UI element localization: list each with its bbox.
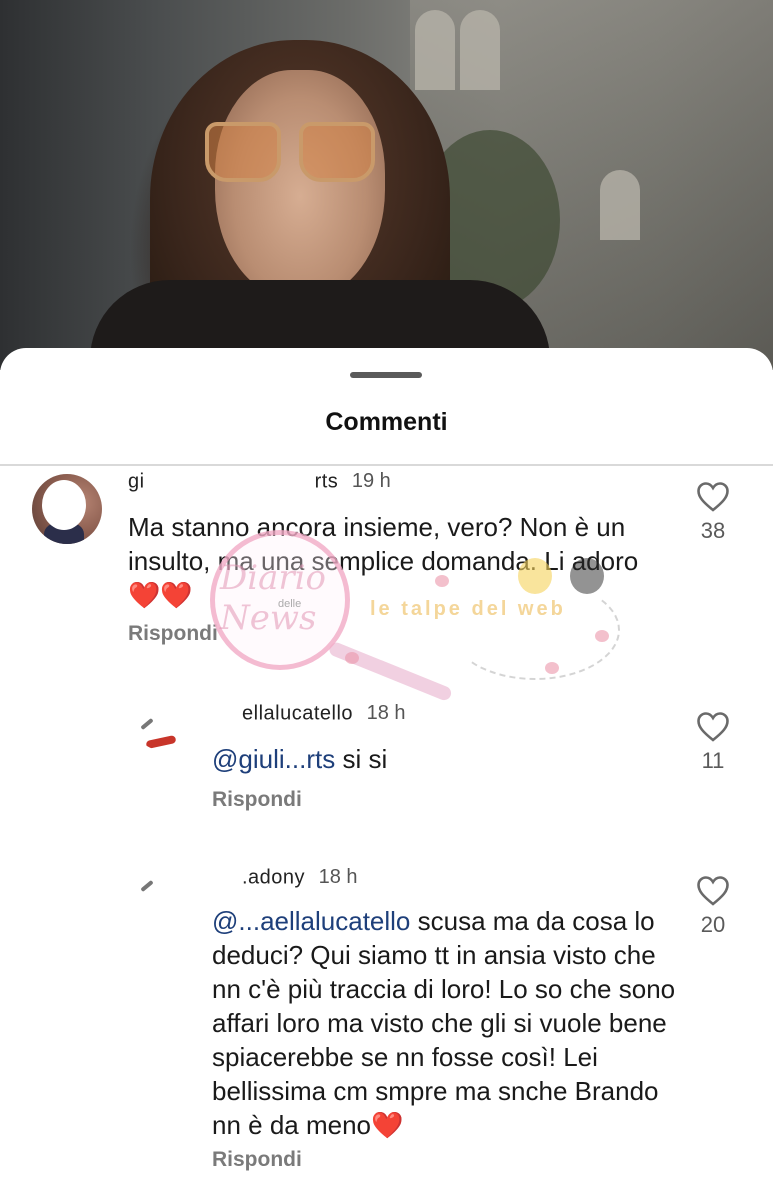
building-window — [460, 10, 500, 90]
comment-username[interactable]: gi — [128, 470, 145, 492]
comment-text: @...aellalucatello scusa ma da cosa lo d… — [212, 904, 682, 1142]
reply-button[interactable]: Rispondi — [128, 622, 218, 646]
reply-button[interactable]: Rispondi — [212, 1148, 302, 1172]
heart-outline-icon — [697, 712, 729, 742]
sunglasses-lens — [299, 122, 375, 182]
comment-text: @giuli...rts si si — [212, 742, 672, 776]
building-window — [600, 170, 640, 240]
like-count: 11 — [701, 748, 725, 773]
comment-mention[interactable]: @giuli...rts — [212, 744, 335, 774]
like-button[interactable]: 20 — [688, 876, 738, 938]
avatar[interactable] — [136, 866, 186, 912]
comment-text: Ma stanno ancora insieme, vero? Non è un… — [128, 510, 668, 612]
drag-handle-icon[interactable] — [350, 372, 422, 378]
comment-body: si si — [342, 744, 388, 774]
avatar-detail — [140, 879, 154, 893]
heart-outline-icon — [697, 482, 729, 512]
reply-button[interactable]: Rispondi — [212, 788, 302, 812]
comment-username[interactable]: ellalucatello — [242, 702, 353, 724]
comment-mention[interactable]: @...aellalucatello — [212, 906, 410, 936]
comment-username[interactable]: .adony — [242, 866, 305, 888]
avatar[interactable] — [136, 704, 186, 750]
like-button[interactable]: 11 — [688, 712, 738, 774]
redacted-username — [212, 702, 242, 726]
redacted-username — [212, 866, 242, 890]
like-count: 20 — [700, 912, 726, 937]
avatar-redaction — [42, 480, 86, 530]
heart-outline-icon — [697, 876, 729, 906]
comment-body: scusa ma da cosa lo deduci? Qui siamo tt… — [212, 906, 676, 1140]
building-window — [415, 10, 455, 90]
sunglasses — [205, 122, 375, 184]
red-heart-emoji: ❤️ — [371, 1110, 404, 1140]
comment-time: 18 h — [366, 702, 406, 725]
comment-username-tail[interactable]: rts — [315, 470, 339, 492]
comment-header: .adony 18 h — [212, 866, 358, 890]
avatar[interactable] — [32, 474, 102, 544]
avatar-detail — [140, 717, 154, 731]
comment-time: 18 h — [318, 866, 358, 889]
comment-time: 19 h — [351, 470, 391, 493]
post-photo — [0, 0, 773, 370]
like-button[interactable]: 38 — [688, 482, 738, 544]
sunglasses-lens — [205, 122, 281, 182]
person-face — [215, 70, 385, 300]
comment-header: gi rts 19 h — [128, 470, 391, 494]
comment-header: ellalucatello 18 h — [212, 702, 406, 726]
redacted-username — [144, 470, 315, 494]
divider — [0, 464, 773, 466]
avatar-detail — [145, 734, 177, 750]
red-heart-emoji: ❤️❤️ — [128, 580, 193, 610]
sheet-title: Commenti — [325, 408, 448, 436]
comment-body: Ma stanno ancora insieme, vero? Non è un… — [128, 512, 639, 576]
like-count: 38 — [700, 518, 726, 543]
